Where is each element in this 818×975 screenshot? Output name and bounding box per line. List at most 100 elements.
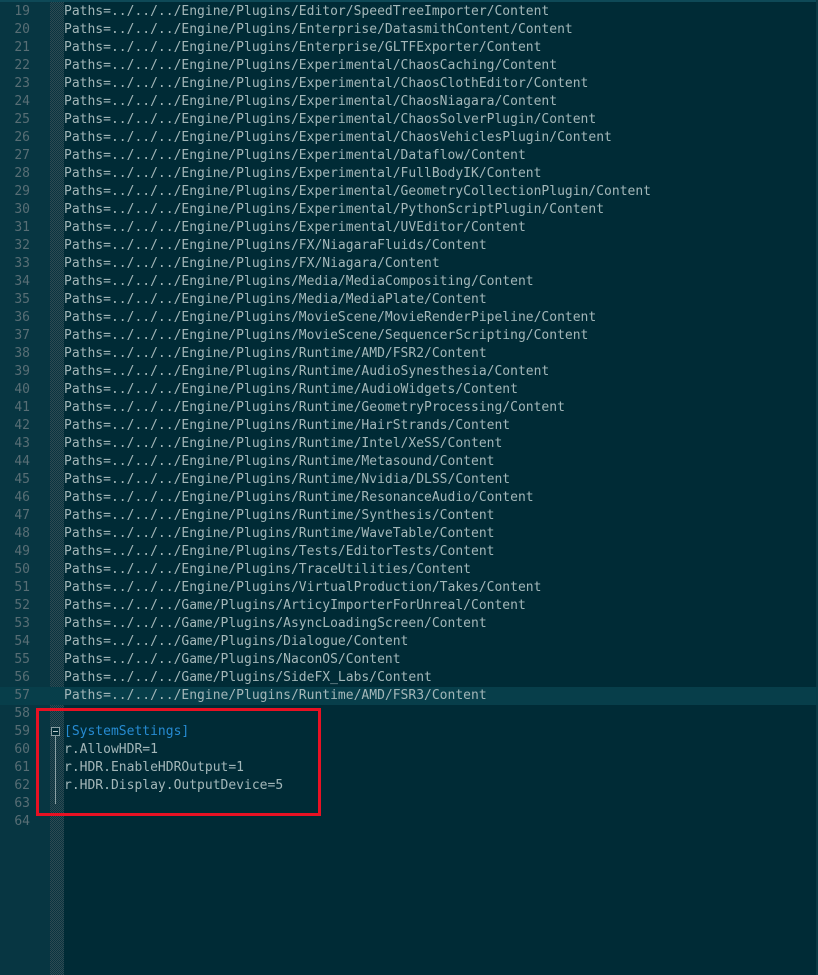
code-text[interactable]: Paths=../../../Engine/Plugins/Runtime/Ha… [64, 417, 510, 435]
code-text[interactable]: Paths=../../../Engine/Plugins/Runtime/AM… [64, 687, 487, 705]
code-text[interactable]: Paths=../../../Engine/Plugins/Experiment… [64, 57, 557, 75]
code-editor[interactable]: 19 Paths=../../../Engine/Plugins/Editor/S… [0, 0, 818, 975]
code-text[interactable]: Paths=../../../Engine/Plugins/Experiment… [64, 75, 588, 93]
code-line[interactable]: 21 Paths=../../../Engine/Plugins/Enterpri… [0, 39, 818, 57]
code-text[interactable]: Paths=../../../Engine/Plugins/Experiment… [64, 183, 651, 201]
code-text[interactable]: Paths=../../../Engine/Plugins/Enterprise… [64, 39, 541, 57]
editor-lines[interactable]: 19 Paths=../../../Engine/Plugins/Editor/S… [0, 3, 818, 831]
code-line[interactable]: 52 Paths=../../../Game/Plugins/ArticyImpo… [0, 597, 818, 615]
fold-collapse-icon[interactable] [51, 727, 60, 736]
editor-top-border [0, 0, 818, 2]
code-text[interactable]: Paths=../../../Engine/Plugins/Experiment… [64, 219, 526, 237]
code-text[interactable]: Paths=../../../Engine/Plugins/Experiment… [64, 129, 612, 147]
code-text[interactable]: Paths=../../../Game/Plugins/NaconOS/Cont… [64, 651, 401, 669]
line-number: 47 [14, 508, 30, 523]
code-line[interactable]: 40 Paths=../../../Engine/Plugins/Runtime/… [0, 381, 818, 399]
code-text[interactable]: Paths=../../../Engine/Plugins/Tests/Edit… [64, 543, 494, 561]
code-line[interactable]: 51 Paths=../../../Engine/Plugins/VirtualP… [0, 579, 818, 597]
code-text[interactable]: Paths=../../../Engine/Plugins/MovieScene… [64, 309, 596, 327]
code-line[interactable]: 24 Paths=../../../Engine/Plugins/Experime… [0, 93, 818, 111]
code-text[interactable]: Paths=../../../Engine/Plugins/Runtime/AM… [64, 345, 487, 363]
code-text[interactable]: Paths=../../../Engine/Plugins/MovieScene… [64, 327, 588, 345]
code-line[interactable]: 35 Paths=../../../Engine/Plugins/Media/Me… [0, 291, 818, 309]
code-line[interactable]: 33 Paths=../../../Engine/Plugins/FX/Niaga… [0, 255, 818, 273]
code-text[interactable]: Paths=../../../Engine/Plugins/Runtime/In… [64, 435, 502, 453]
code-text[interactable]: Paths=../../../Engine/Plugins/Experiment… [64, 165, 541, 183]
code-text[interactable]: Paths=../../../Engine/Plugins/Experiment… [64, 201, 604, 219]
code-text[interactable]: Paths=../../../Game/Plugins/ArticyImport… [64, 597, 526, 615]
code-line[interactable]: 28 Paths=../../../Engine/Plugins/Experime… [0, 165, 818, 183]
code-line[interactable]: 42 Paths=../../../Engine/Plugins/Runtime/… [0, 417, 818, 435]
code-text[interactable]: Paths=../../../Engine/Plugins/Runtime/Au… [64, 363, 549, 381]
code-text[interactable]: Paths=../../../Engine/Plugins/Media/Medi… [64, 291, 487, 309]
code-text[interactable]: Paths=../../../Engine/Plugins/Runtime/Re… [64, 489, 534, 507]
code-line[interactable]: 47 Paths=../../../Engine/Plugins/Runtime/… [0, 507, 818, 525]
code-line[interactable]: 20 Paths=../../../Engine/Plugins/Enterpri… [0, 21, 818, 39]
line-number: 54 [14, 634, 30, 649]
code-line[interactable]: 36 Paths=../../../Engine/Plugins/MovieSce… [0, 309, 818, 327]
code-line[interactable]: 63 [0, 795, 818, 813]
code-text[interactable]: Paths=../../../Engine/Plugins/Runtime/Sy… [64, 507, 494, 525]
section-header-text[interactable]: [SystemSettings] [64, 723, 189, 741]
code-line[interactable]: 27 Paths=../../../Engine/Plugins/Experime… [0, 147, 818, 165]
line-number: 41 [14, 400, 30, 415]
code-line[interactable]: 32 Paths=../../../Engine/Plugins/FX/Niaga… [0, 237, 818, 255]
code-line[interactable]: 62 r.HDR.Display.OutputDevice=5 [0, 777, 818, 795]
code-line[interactable]: 60 r.AllowHDR=1 [0, 741, 818, 759]
code-text[interactable]: Paths=../../../Engine/Plugins/Enterprise… [64, 21, 573, 39]
code-line[interactable]: 41 Paths=../../../Engine/Plugins/Runtime/… [0, 399, 818, 417]
code-text[interactable]: Paths=../../../Game/Plugins/SideFX_Labs/… [64, 669, 432, 687]
code-line[interactable]: 31 Paths=../../../Engine/Plugins/Experime… [0, 219, 818, 237]
code-text[interactable]: Paths=../../../Engine/Plugins/Media/Medi… [64, 273, 534, 291]
code-line[interactable]: 53 Paths=../../../Game/Plugins/AsyncLoadi… [0, 615, 818, 633]
code-text[interactable]: Paths=../../../Engine/Plugins/Runtime/Au… [64, 381, 518, 399]
code-text[interactable]: r.HDR.Display.OutputDevice=5 [64, 777, 283, 795]
code-line[interactable]: 22 Paths=../../../Engine/Plugins/Experime… [0, 57, 818, 75]
code-text[interactable]: Paths=../../../Engine/Plugins/Editor/Spe… [64, 3, 549, 21]
code-text[interactable]: Paths=../../../Engine/Plugins/Experiment… [64, 93, 557, 111]
code-line[interactable]: 37 Paths=../../../Engine/Plugins/MovieSce… [0, 327, 818, 345]
line-number: 40 [14, 382, 30, 397]
code-text[interactable]: Paths=../../../Engine/Plugins/Runtime/Ge… [64, 399, 565, 417]
code-line[interactable]: 58 [0, 705, 818, 723]
code-line[interactable]: 19 Paths=../../../Engine/Plugins/Editor/S… [0, 3, 818, 21]
code-line[interactable]: 61 r.HDR.EnableHDROutput=1 [0, 759, 818, 777]
code-line[interactable]: 50 Paths=../../../Engine/Plugins/TraceUti… [0, 561, 818, 579]
code-text[interactable]: Paths=../../../Game/Plugins/Dialogue/Con… [64, 633, 408, 651]
code-line[interactable]: 56 Paths=../../../Game/Plugins/SideFX_Lab… [0, 669, 818, 687]
line-number: 56 [14, 670, 30, 685]
line-number: 61 [14, 760, 30, 775]
code-line[interactable]: 39 Paths=../../../Engine/Plugins/Runtime/… [0, 363, 818, 381]
code-line[interactable]: 43 Paths=../../../Engine/Plugins/Runtime/… [0, 435, 818, 453]
code-line[interactable]: 48 Paths=../../../Engine/Plugins/Runtime/… [0, 525, 818, 543]
current-code-line[interactable]: 57 Paths=../../../Engine/Plugins/Runtime/… [0, 687, 818, 705]
code-line[interactable]: 59 [SystemSettings] [0, 723, 818, 741]
code-line[interactable]: 34 Paths=../../../Engine/Plugins/Media/Me… [0, 273, 818, 291]
code-line[interactable]: 46 Paths=../../../Engine/Plugins/Runtime/… [0, 489, 818, 507]
code-line[interactable]: 54 Paths=../../../Game/Plugins/Dialogue/C… [0, 633, 818, 651]
code-text[interactable]: r.AllowHDR=1 [64, 741, 158, 759]
code-text[interactable]: r.HDR.EnableHDROutput=1 [64, 759, 244, 777]
code-line[interactable]: 30 Paths=../../../Engine/Plugins/Experime… [0, 201, 818, 219]
code-line[interactable]: 29 Paths=../../../Engine/Plugins/Experime… [0, 183, 818, 201]
code-line[interactable]: 38 Paths=../../../Engine/Plugins/Runtime/… [0, 345, 818, 363]
code-text[interactable]: Paths=../../../Engine/Plugins/TraceUtili… [64, 561, 471, 579]
code-line[interactable]: 55 Paths=../../../Game/Plugins/NaconOS/Co… [0, 651, 818, 669]
code-line[interactable]: 44 Paths=../../../Engine/Plugins/Runtime/… [0, 453, 818, 471]
code-text[interactable]: Paths=../../../Engine/Plugins/VirtualPro… [64, 579, 541, 597]
code-text[interactable]: Paths=../../../Engine/Plugins/FX/Niagara… [64, 255, 440, 273]
code-text[interactable]: Paths=../../../Engine/Plugins/Runtime/Me… [64, 453, 494, 471]
code-text[interactable]: Paths=../../../Engine/Plugins/Experiment… [64, 147, 526, 165]
code-line[interactable]: 49 Paths=../../../Engine/Plugins/Tests/Ed… [0, 543, 818, 561]
line-number: 48 [14, 526, 30, 541]
code-text[interactable]: Paths=../../../Game/Plugins/AsyncLoading… [64, 615, 487, 633]
code-line[interactable]: 25 Paths=../../../Engine/Plugins/Experime… [0, 111, 818, 129]
code-text[interactable]: Paths=../../../Engine/Plugins/Runtime/Wa… [64, 525, 494, 543]
code-line[interactable]: 26 Paths=../../../Engine/Plugins/Experime… [0, 129, 818, 147]
code-text[interactable]: Paths=../../../Engine/Plugins/Runtime/Nv… [64, 471, 510, 489]
code-text[interactable]: Paths=../../../Engine/Plugins/Experiment… [64, 111, 596, 129]
code-line[interactable]: 64 [0, 813, 818, 831]
code-text[interactable]: Paths=../../../Engine/Plugins/FX/Niagara… [64, 237, 487, 255]
code-line[interactable]: 45 Paths=../../../Engine/Plugins/Runtime/… [0, 471, 818, 489]
code-line[interactable]: 23 Paths=../../../Engine/Plugins/Experime… [0, 75, 818, 93]
